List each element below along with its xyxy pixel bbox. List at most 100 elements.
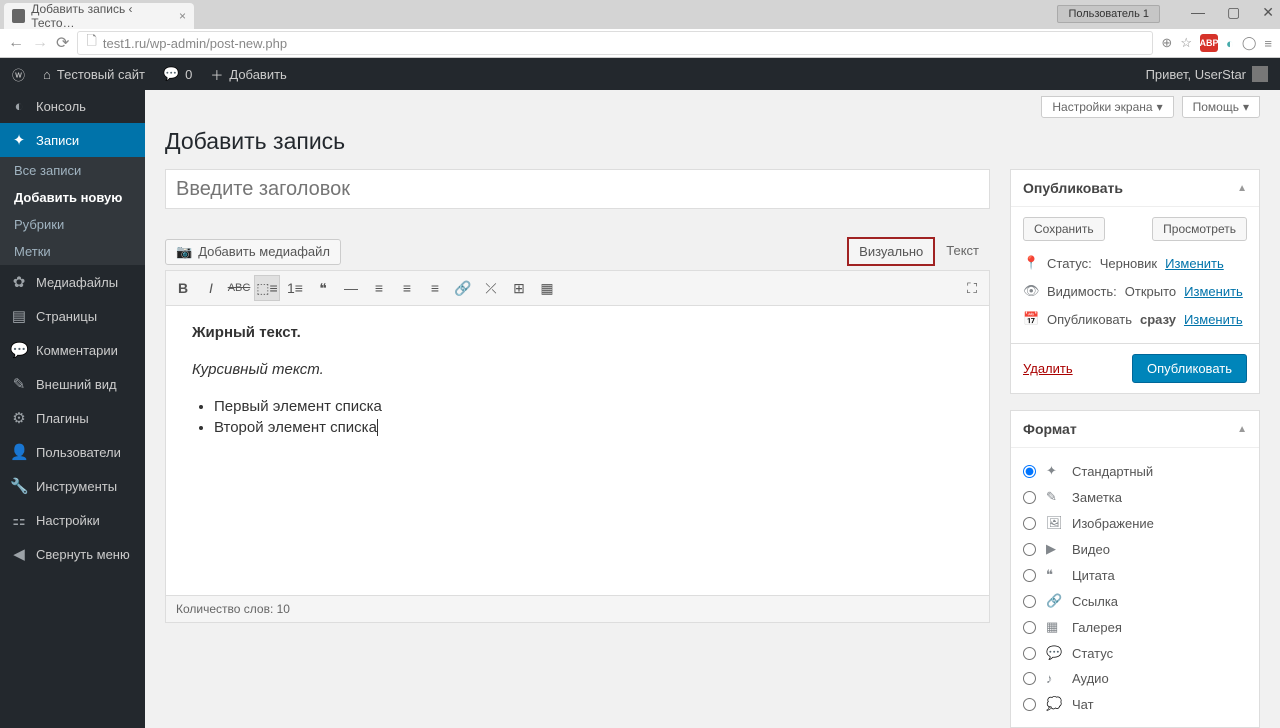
sidebar-item[interactable]: ▤Страницы xyxy=(0,299,145,333)
tab-text[interactable]: Текст xyxy=(935,237,990,266)
format-option[interactable]: 🔗Ссылка xyxy=(1023,588,1247,614)
sidebar-item[interactable]: 🔧Инструменты xyxy=(0,469,145,503)
bullet-list-button[interactable]: ⬚≡ xyxy=(254,275,280,301)
quote-button[interactable]: ❝ xyxy=(310,275,336,301)
publish-button[interactable]: Опубликовать xyxy=(1132,354,1247,383)
reload-icon[interactable]: ⟳ xyxy=(56,33,69,53)
sidebar-item[interactable]: 💬 Комментарии xyxy=(0,333,145,367)
add-new-link[interactable]: ＋ Добавить xyxy=(210,65,286,84)
format-option[interactable]: ✎Заметка xyxy=(1023,484,1247,510)
star-icon[interactable]: ☆ xyxy=(1180,35,1192,51)
comments-link[interactable]: 💬 0 xyxy=(163,66,192,82)
close-tab-icon[interactable]: × xyxy=(179,9,186,23)
strike-button[interactable]: ABC xyxy=(226,275,252,301)
edit-schedule-link[interactable]: Изменить xyxy=(1184,312,1243,327)
close-window-icon[interactable]: ✕ xyxy=(1262,4,1274,21)
format-option[interactable]: 💬Статус xyxy=(1023,640,1247,666)
help-button[interactable]: Помощь ▾ xyxy=(1182,96,1260,118)
menu-icon: ⚏ xyxy=(10,511,28,529)
hr-button[interactable]: ― xyxy=(338,275,364,301)
more-button[interactable]: ⊞ xyxy=(506,275,532,301)
sidebar-item[interactable]: ⚙Плагины xyxy=(0,401,145,435)
maximize-icon[interactable]: ▢ xyxy=(1227,4,1240,21)
bold-button[interactable]: B xyxy=(170,275,196,301)
tab-visual[interactable]: Визуально xyxy=(847,237,935,266)
menu-icon: ◀ xyxy=(10,545,28,563)
format-radio[interactable] xyxy=(1023,517,1036,530)
chrome-user-badge[interactable]: Пользователь 1 xyxy=(1057,5,1160,23)
browser-tab[interactable]: Добавить запись ‹ Тесто… × xyxy=(4,3,194,29)
sidebar-item[interactable]: ◀Свернуть меню xyxy=(0,537,145,571)
sidebar-item[interactable]: ⚏ Настройки xyxy=(0,503,145,537)
edit-visibility-link[interactable]: Изменить xyxy=(1184,284,1243,299)
sidebar-item[interactable]: ◐Консоль xyxy=(0,90,145,123)
save-draft-button[interactable]: Сохранить xyxy=(1023,217,1105,241)
sidebar-item[interactable]: 👤Пользователи xyxy=(0,435,145,469)
greeting[interactable]: Привет, UserStar xyxy=(1146,66,1268,82)
format-radio[interactable] xyxy=(1023,647,1036,660)
extension-icon[interactable]: ◐ xyxy=(1226,36,1234,51)
format-radio[interactable] xyxy=(1023,569,1036,582)
add-media-button[interactable]: 📷Добавить медиафайл xyxy=(165,239,341,265)
zoom-icon[interactable]: ⊕ xyxy=(1161,35,1172,51)
format-icon: ✦ xyxy=(1046,463,1062,479)
screen-options-button[interactable]: Настройки экрана ▾ xyxy=(1041,96,1173,118)
preview-button[interactable]: Просмотреть xyxy=(1152,217,1247,241)
format-option[interactable]: ▶Видео xyxy=(1023,536,1247,562)
sidebar-subitem[interactable]: Метки xyxy=(0,238,145,265)
link-button[interactable]: 🔗 xyxy=(450,275,476,301)
format-option[interactable]: ▦Галерея xyxy=(1023,614,1247,640)
format-radio[interactable] xyxy=(1023,465,1036,478)
menu-icon[interactable]: ≡ xyxy=(1264,36,1272,51)
format-radio[interactable] xyxy=(1023,621,1036,634)
menu-icon: 💬 xyxy=(10,341,28,359)
format-option[interactable]: 🖼Изображение xyxy=(1023,510,1247,536)
sidebar-label: Комментарии xyxy=(36,343,118,358)
sidebar-label: Медиафайлы xyxy=(36,275,118,290)
align-center-button[interactable]: ≡ xyxy=(394,275,420,301)
format-radio[interactable] xyxy=(1023,595,1036,608)
forward-icon[interactable]: → xyxy=(32,34,48,52)
unlink-button[interactable]: ⤫ xyxy=(478,275,504,301)
sidebar-item[interactable]: ✦Записи xyxy=(0,123,145,157)
post-title-input[interactable] xyxy=(165,169,990,209)
sidebar-item[interactable]: ✿Медиафайлы xyxy=(0,265,145,299)
sidebar-subitem[interactable]: Все записи xyxy=(0,157,145,184)
format-radio[interactable] xyxy=(1023,672,1036,685)
number-list-button[interactable]: 1≡ xyxy=(282,275,308,301)
align-left-button[interactable]: ≡ xyxy=(366,275,392,301)
align-right-button[interactable]: ≡ xyxy=(422,275,448,301)
pin-icon: 📍 xyxy=(1023,255,1039,271)
adblock-icon[interactable]: ABP xyxy=(1200,34,1218,52)
toolbar-toggle-button[interactable]: ▦ xyxy=(534,275,560,301)
edit-status-link[interactable]: Изменить xyxy=(1165,256,1224,271)
format-option[interactable]: ♪Аудио xyxy=(1023,666,1247,691)
format-option[interactable]: 💭Чат xyxy=(1023,691,1247,717)
wp-logo[interactable]: ⓦ xyxy=(12,65,25,84)
site-link[interactable]: ⌂ Тестовый сайт xyxy=(43,67,145,82)
format-option[interactable]: ❝Цитата xyxy=(1023,562,1247,588)
sidebar-subitem[interactable]: Добавить новую xyxy=(0,184,145,211)
word-count: Количество слов: 10 xyxy=(165,596,990,623)
format-label: Видео xyxy=(1072,542,1110,557)
chevron-down-icon: ▾ xyxy=(1243,100,1249,114)
address-bar: ← → ⟳ 🗋 test1.ru/wp-admin/post-new.php ⊕… xyxy=(0,29,1280,57)
back-icon[interactable]: ← xyxy=(8,34,24,52)
format-radio[interactable] xyxy=(1023,543,1036,556)
minimize-icon[interactable]: ― xyxy=(1191,4,1205,21)
format-option[interactable]: ✦Стандартный xyxy=(1023,458,1247,484)
url-input[interactable]: 🗋 test1.ru/wp-admin/post-new.php xyxy=(77,31,1153,55)
publish-box-header[interactable]: Опубликовать▲ xyxy=(1011,170,1259,207)
sidebar-subitem[interactable]: Рубрики xyxy=(0,211,145,238)
italic-button[interactable]: I xyxy=(198,275,224,301)
delete-link[interactable]: Удалить xyxy=(1023,361,1073,376)
format-radio[interactable] xyxy=(1023,491,1036,504)
sidebar-item[interactable]: ✎Внешний вид xyxy=(0,367,145,401)
fullscreen-button[interactable]: ⛶ xyxy=(959,275,985,301)
profile-icon[interactable]: ◯ xyxy=(1242,35,1257,51)
format-box-header[interactable]: Формат▲ xyxy=(1011,411,1259,448)
editor-body[interactable]: Жирный текст. Курсивный текст. Первый эл… xyxy=(165,306,990,596)
format-radio[interactable] xyxy=(1023,698,1036,711)
format-label: Галерея xyxy=(1072,620,1122,635)
sidebar-label: Настройки xyxy=(36,513,100,528)
